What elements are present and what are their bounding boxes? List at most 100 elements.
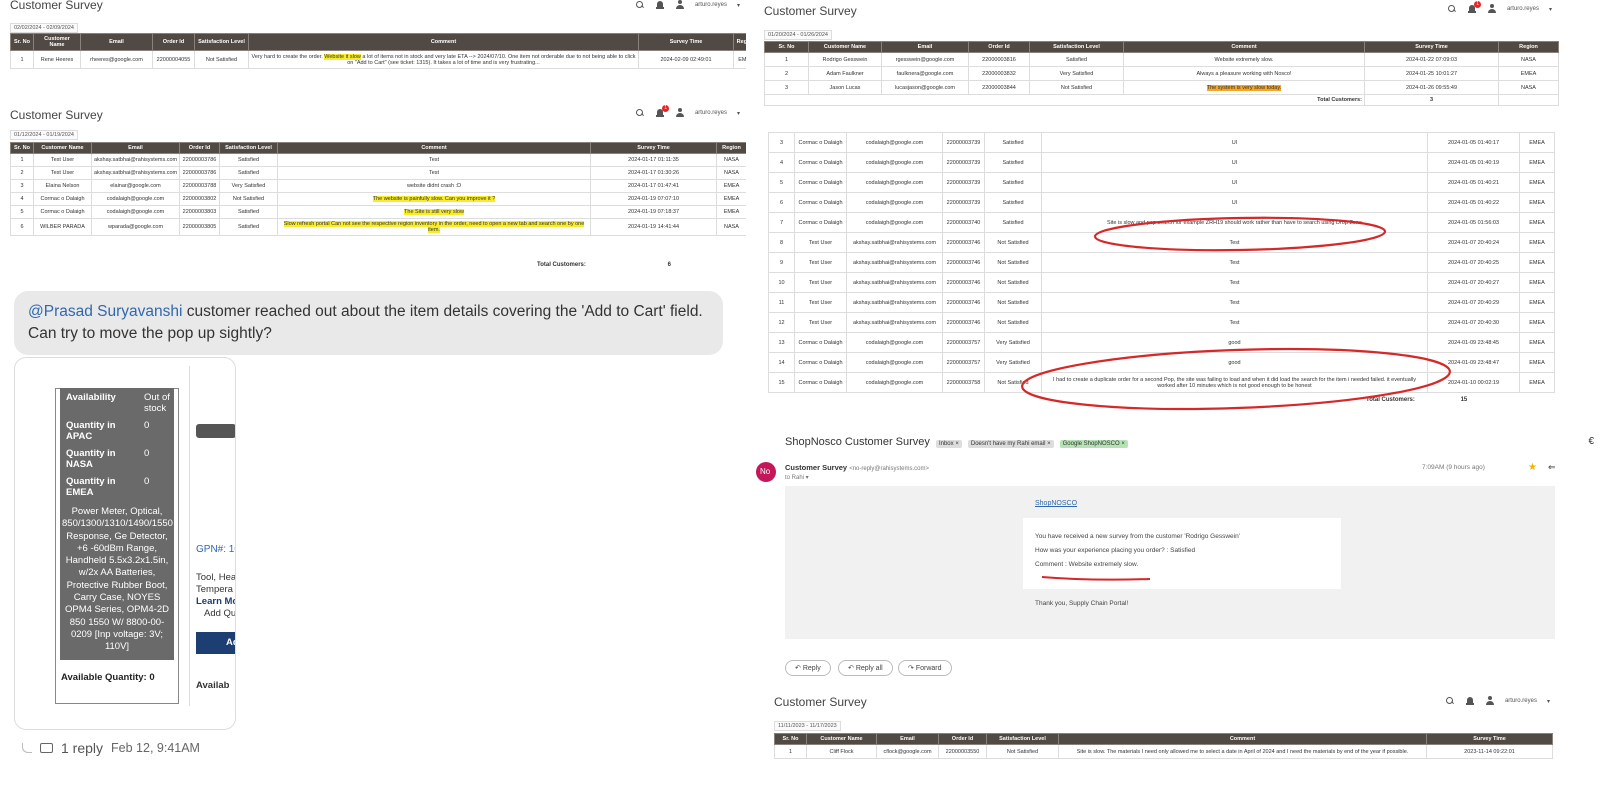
user-icon[interactable] (1487, 4, 1497, 14)
user-menu[interactable]: arturo.reyes (695, 2, 727, 8)
column-header[interactable]: Survey Time (590, 142, 717, 154)
table-row[interactable]: 3 Jason Lucas lucasjason@google.com 2200000… (764, 80, 1559, 95)
column-header[interactable]: Survey Time (1426, 733, 1553, 745)
table-row[interactable]: 6 Cormac o Dalaigh codalaigh@google.com 220… (768, 192, 1555, 213)
table-row[interactable]: 5 Cormac o Dalaigh codalaigh@google.com 220… (768, 172, 1555, 193)
column-header[interactable]: Sr. No (10, 142, 34, 154)
user-icon[interactable] (675, 0, 685, 10)
add-to-cart-button[interactable]: Ad (196, 632, 235, 654)
column-header[interactable]: Order Id (938, 733, 987, 745)
table-row[interactable]: 6 WILBER PARADA wparada@google.com 22000003… (10, 218, 746, 236)
date-range[interactable]: 01/12/2024 - 01/19/2024 (10, 130, 78, 140)
bell-icon[interactable] (1465, 696, 1475, 706)
table-row[interactable]: 8 Test User akshay.satbhai@rahisystems.com… (768, 232, 1555, 253)
table-row[interactable]: 3 Elaina Nelson elainar@google.com 22000003… (10, 179, 746, 193)
tag-inbox[interactable]: Inbox × (935, 440, 962, 448)
cell-name: Cormac o Dalaigh (794, 332, 847, 353)
column-header[interactable]: Customer Name (33, 142, 92, 154)
star-icon[interactable]: ★ (1528, 462, 1537, 473)
table-row[interactable]: 7 Cormac o Dalaigh codalaigh@google.com 220… (768, 212, 1555, 233)
column-header[interactable]: Customer Name (806, 733, 877, 745)
reply-all-button[interactable]: ↶ Reply all (838, 660, 893, 676)
column-header[interactable]: Email (881, 41, 969, 53)
user-icon[interactable] (675, 108, 685, 118)
table-row[interactable]: 12 Test User akshay.satbhai@rahisystems.co… (768, 312, 1555, 333)
bell-icon[interactable]: 1 (1467, 1, 1481, 14)
column-header[interactable]: Survey Time (1364, 41, 1499, 53)
column-header[interactable]: Order Id (179, 142, 220, 154)
user-menu[interactable]: arturo.reyes (1507, 6, 1539, 12)
table-row[interactable]: 9 Test User akshay.satbhai@rahisystems.com… (768, 252, 1555, 273)
reply-button[interactable]: ↶ Reply (785, 660, 831, 676)
cell-time: 2024-01-05 01:40:19 (1427, 152, 1520, 173)
cell-sr: 12 (768, 312, 795, 333)
column-header[interactable]: Satisfaction Level (1029, 41, 1124, 53)
column-header[interactable]: Sr. No (774, 733, 807, 745)
search-icon[interactable] (635, 108, 645, 118)
table-row[interactable]: 1 Rene Heeres rheeres@google.com 2200000405… (10, 50, 746, 69)
tag-shopnosco[interactable]: Google ShopNOSCO × (1059, 440, 1128, 448)
table-row[interactable]: 3 Cormac o Dalaigh codalaigh@google.com 220… (768, 132, 1555, 153)
column-header[interactable]: Customer Name (33, 33, 81, 51)
column-header[interactable]: Survey Time (638, 33, 734, 51)
table-row[interactable]: 10 Test User akshay.satbhai@rahisystems.co… (768, 272, 1555, 293)
expand-icon[interactable]: € (1588, 436, 1594, 447)
column-header[interactable]: Comment (248, 33, 639, 51)
column-header[interactable]: Satisfaction Level (194, 33, 249, 51)
column-header[interactable]: Comment (277, 142, 591, 154)
bell-icon[interactable]: 1 (655, 105, 669, 118)
user-menu[interactable]: arturo.reyes (1505, 698, 1537, 704)
table-row[interactable]: 13 Cormac o Dalaigh codalaigh@google.com 22… (768, 332, 1555, 353)
table-row[interactable]: 4 Cormac o Dalaigh codalaigh@google.com 220… (768, 152, 1555, 173)
table-row[interactable]: 14 Cormac o Dalaigh codalaigh@google.com 22… (768, 352, 1555, 373)
table-row[interactable]: 4 Cormac o Dalaigh codalaigh@google.com 220… (10, 192, 746, 206)
product-screenshot-attachment[interactable]: Availability Out of stock Quantity in APAC… (14, 357, 236, 730)
reply-count[interactable]: 1 reply (61, 740, 103, 756)
column-header[interactable]: Comment (1058, 733, 1427, 745)
date-range[interactable]: 01/20/2024 - 01/26/2024 (764, 30, 832, 40)
chevron-down-icon[interactable]: ▾ (1549, 6, 1552, 13)
search-icon[interactable] (1447, 4, 1457, 14)
learn-more-link[interactable]: Learn Mo (196, 596, 235, 607)
column-header[interactable]: Order Id (152, 33, 195, 51)
table-row[interactable]: 15 Cormac o Dalaigh codalaigh@google.com 22… (768, 372, 1555, 393)
column-header[interactable]: Customer Name (808, 41, 882, 53)
user-menu[interactable]: arturo.reyes (695, 110, 727, 116)
column-header[interactable]: Email (91, 142, 180, 154)
tag-rahi[interactable]: Doesn't have my Rahi email × (967, 440, 1054, 448)
bell-icon[interactable] (655, 0, 665, 10)
table-row[interactable]: 1 Test User akshay.satbhai@rahisystems.com… (10, 153, 746, 167)
forward-button[interactable]: ↷ Forward (898, 660, 952, 676)
column-header[interactable]: Region (733, 33, 746, 51)
column-header[interactable]: Satisfaction Level (986, 733, 1059, 745)
thread-reply[interactable]: 1 reply Feb 12, 9:41AM (22, 740, 200, 756)
chevron-down-icon[interactable]: ▾ (737, 2, 740, 9)
table-row[interactable]: 11 Test User akshay.satbhai@rahisystems.co… (768, 292, 1555, 313)
cell-email: cflock@google.com (876, 744, 939, 759)
table-row[interactable]: 1 Rodrigo Gesswein rgesswein@google.com 220… (764, 52, 1559, 67)
cell-level: Satisfied (984, 152, 1042, 173)
column-header[interactable]: Comment (1123, 41, 1365, 53)
chevron-down-icon[interactable]: ▾ (1547, 698, 1550, 705)
column-header[interactable]: Order Id (968, 41, 1030, 53)
search-icon[interactable] (635, 0, 645, 10)
table-row[interactable]: 2 Test User akshay.satbhai@rahisystems.com… (10, 166, 746, 180)
date-range[interactable]: 11/11/2023 - 11/17/2023 (774, 721, 841, 731)
table-row[interactable]: 1 Cliff Flock cflock@google.com 22000003550… (774, 744, 1553, 759)
table-row[interactable]: 5 Cormac o Dalaigh codalaigh@google.com 220… (10, 205, 746, 219)
mention-link[interactable]: @Prasad Suryavanshi (28, 303, 182, 320)
column-header[interactable]: Sr. No (764, 41, 809, 53)
reply-arrow-icon[interactable]: ⇐ (1548, 462, 1556, 473)
recipient[interactable]: to Rahi ▾ (785, 474, 809, 481)
search-icon[interactable] (1445, 696, 1455, 706)
column-header[interactable]: Sr. No (10, 33, 34, 51)
table-row[interactable]: 2 Adam Faulkner faulknera@google.com 220000… (764, 66, 1559, 81)
user-icon[interactable] (1485, 696, 1495, 706)
column-header[interactable]: Region (716, 142, 746, 154)
column-header[interactable]: Satisfaction Level (219, 142, 278, 154)
column-header[interactable]: Region (1498, 41, 1559, 53)
column-header[interactable]: Email (80, 33, 153, 51)
column-header[interactable]: Email (876, 733, 939, 745)
date-range[interactable]: 02/02/2024 - 02/09/2024 (10, 23, 78, 33)
chevron-down-icon[interactable]: ▾ (737, 110, 740, 117)
